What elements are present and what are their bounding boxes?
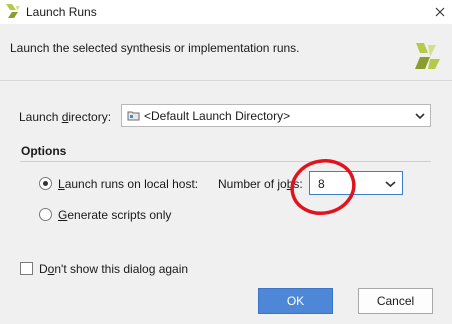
- folder-icon: [127, 110, 140, 124]
- title-bar: Launch Runs: [0, 0, 452, 24]
- cancel-button[interactable]: Cancel: [358, 288, 433, 314]
- options-heading: Options: [21, 144, 67, 158]
- window-title: Launch Runs: [26, 5, 97, 19]
- close-icon: [435, 7, 445, 17]
- launch-directory-value: <Default Launch Directory>: [144, 109, 291, 123]
- generate-scripts-radio[interactable]: [39, 208, 52, 221]
- dialog-content: Launch directory: <Default Launch Direct…: [0, 81, 452, 324]
- generate-scripts-label[interactable]: Generate scripts only: [58, 208, 171, 222]
- annotation-circle: [290, 159, 356, 215]
- dialog-description: Launch the selected synthesis or impleme…: [10, 41, 300, 55]
- dialog-header: Launch the selected synthesis or impleme…: [0, 24, 452, 81]
- close-button[interactable]: [428, 0, 452, 24]
- launch-directory-dropdown[interactable]: <Default Launch Directory>: [121, 104, 431, 127]
- chevron-down-icon: [415, 110, 425, 124]
- dont-show-checkbox[interactable]: [20, 262, 33, 275]
- local-host-label[interactable]: Launch runs on local host:: [58, 177, 198, 191]
- chevron-down-icon: [385, 178, 396, 192]
- local-host-radio[interactable]: [39, 177, 52, 190]
- ok-button[interactable]: OK: [258, 288, 333, 314]
- options-divider: [20, 161, 431, 162]
- vivado-logo-icon: [408, 39, 444, 75]
- dont-show-label[interactable]: Don't show this dialog again: [39, 262, 188, 276]
- launch-directory-label: Launch directory:: [19, 110, 112, 124]
- xilinx-logo-icon: [5, 3, 21, 19]
